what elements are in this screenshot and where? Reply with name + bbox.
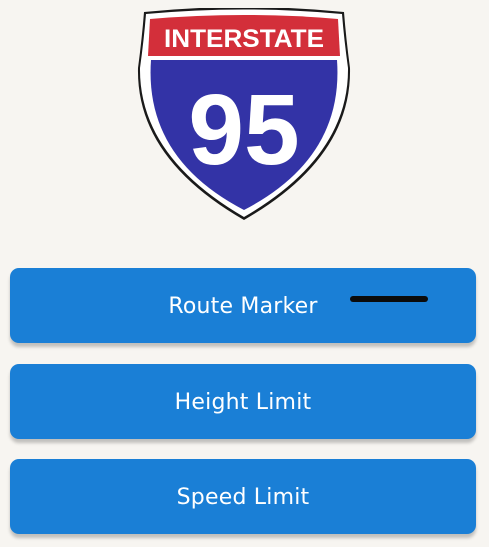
option-label: Height Limit xyxy=(174,390,312,415)
option-button-height-limit[interactable]: Height Limit xyxy=(10,364,476,439)
option-label: Speed Limit xyxy=(176,485,310,510)
sign-graphic: INTERSTATE 95 xyxy=(137,8,351,220)
selection-dash xyxy=(350,296,428,302)
shield-banner-text: INTERSTATE xyxy=(164,25,324,53)
option-label: Route Marker xyxy=(168,294,318,319)
route-number: 95 xyxy=(188,74,299,186)
interstate-shield-icon: INTERSTATE 95 xyxy=(136,8,352,224)
option-button-route-marker[interactable]: Route Marker xyxy=(10,268,476,343)
quiz-screen: INTERSTATE 95 Route Marker Height Limit … xyxy=(0,0,489,547)
option-button-speed-limit[interactable]: Speed Limit xyxy=(10,459,476,534)
